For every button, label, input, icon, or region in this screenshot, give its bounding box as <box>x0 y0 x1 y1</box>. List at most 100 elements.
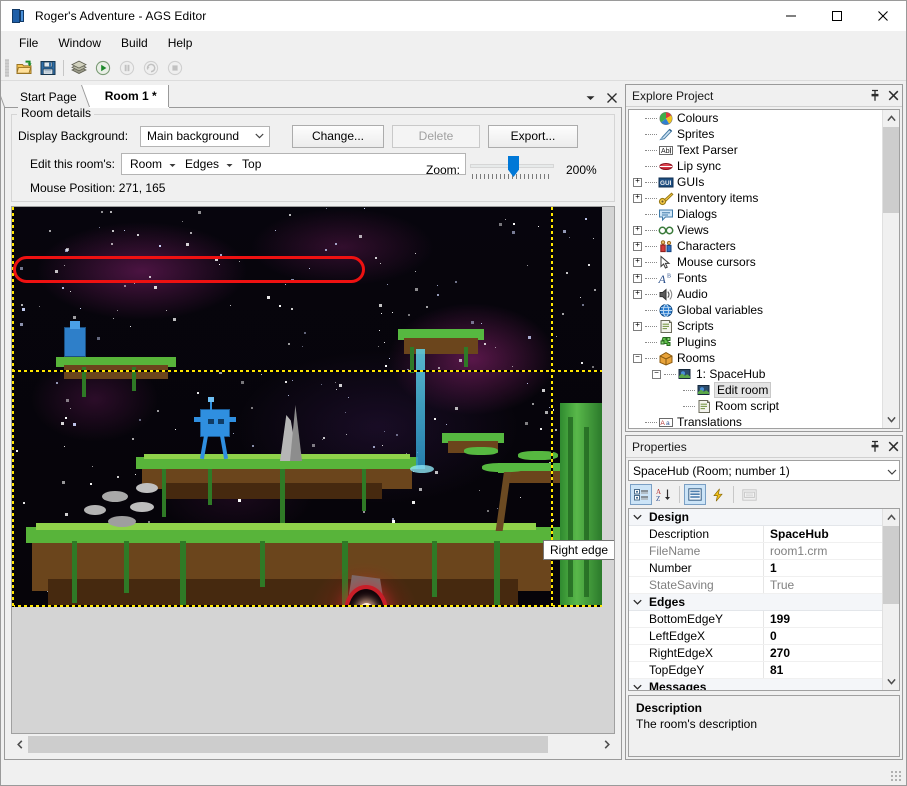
chevron-down-icon[interactable] <box>629 684 645 690</box>
tree-node[interactable]: Aa Translations <box>629 414 882 428</box>
property-value[interactable]: 1 <box>764 561 882 575</box>
resize-grip[interactable] <box>890 770 902 782</box>
close-button[interactable] <box>860 1 906 31</box>
scroll-left-icon[interactable] <box>11 736 28 753</box>
menu-build[interactable]: Build <box>111 33 158 53</box>
tree-node[interactable]: + Inventory items <box>629 190 882 206</box>
property-row[interactable]: LeftEdgeX 0 <box>629 628 882 645</box>
pin-icon[interactable] <box>866 87 884 105</box>
property-category-row[interactable]: Design <box>629 509 882 526</box>
maximize-button[interactable] <box>814 1 860 31</box>
edit-room-scope-dropdown[interactable]: Room <box>130 157 185 171</box>
categorized-button[interactable] <box>630 484 652 505</box>
tree-node[interactable]: + GUI GUIs <box>629 174 882 190</box>
edit-room-category-dropdown[interactable]: Edges <box>185 157 242 171</box>
open-folder-icon[interactable] <box>12 57 36 79</box>
scrollbar-track[interactable] <box>28 736 598 753</box>
room-viewport[interactable]: HOME Right edge <box>11 206 615 734</box>
tree-node[interactable]: Colours <box>629 110 882 126</box>
project-tree[interactable]: Colours Sprites Ab Text Parser Lip sync + GUI G… <box>629 110 882 428</box>
expander-plus-icon[interactable]: + <box>633 321 642 331</box>
minimize-button[interactable] <box>768 1 814 31</box>
tree-node[interactable]: + Characters <box>629 238 882 254</box>
tree-scrollbar-thumb[interactable] <box>883 127 899 213</box>
expander-plus-icon[interactable]: + <box>633 257 642 267</box>
property-row[interactable]: FileName room1.crm <box>629 543 882 560</box>
background-select[interactable]: Main background <box>140 125 270 147</box>
property-row[interactable]: StateSaving True <box>629 577 882 594</box>
close-icon[interactable] <box>606 92 618 104</box>
expander-minus-icon[interactable]: − <box>652 369 661 379</box>
property-category-row[interactable]: Messages <box>629 679 882 690</box>
expander-plus-icon[interactable]: + <box>633 193 642 203</box>
tab-room-1[interactable]: Room 1 * <box>88 85 169 108</box>
properties-button[interactable] <box>684 484 706 505</box>
tree-node[interactable]: + Audio <box>629 286 882 302</box>
property-row[interactable]: Description SpaceHub <box>629 526 882 543</box>
tree-node[interactable]: Plugins <box>629 334 882 350</box>
bottom-edge-guide[interactable] <box>12 605 602 607</box>
property-value[interactable]: 199 <box>764 612 882 626</box>
menu-window[interactable]: Window <box>48 33 111 53</box>
property-object-selector[interactable]: SpaceHub (Room; number 1) <box>628 460 900 481</box>
expander-plus-icon[interactable]: + <box>633 225 642 235</box>
property-value[interactable]: True <box>764 578 882 592</box>
property-row[interactable]: BottomEdgeY 199 <box>629 611 882 628</box>
export-button[interactable]: Export... <box>488 124 578 148</box>
run-icon[interactable] <box>91 57 115 79</box>
tree-node[interactable]: Global variables <box>629 302 882 318</box>
tree-node[interactable]: + Scripts <box>629 318 882 334</box>
project-tree-container[interactable]: Colours Sprites Ab Text Parser Lip sync + GUI G… <box>628 109 900 429</box>
tree-node[interactable]: − 1: SpaceHub <box>629 366 882 382</box>
expander-plus-icon[interactable]: + <box>633 289 642 299</box>
property-vertical-scrollbar[interactable] <box>882 509 899 690</box>
tree-node[interactable]: Sprites <box>629 126 882 142</box>
scroll-down-icon[interactable] <box>883 411 899 428</box>
tree-node[interactable]: + A B Fonts <box>629 270 882 286</box>
change-button[interactable]: Change... <box>292 124 384 148</box>
menu-help[interactable]: Help <box>158 33 203 53</box>
pin-icon[interactable] <box>866 438 884 456</box>
chevron-down-icon[interactable] <box>629 514 645 520</box>
events-button[interactable] <box>707 484 729 505</box>
scroll-up-icon[interactable] <box>883 110 899 127</box>
tree-node[interactable]: Dialogs <box>629 206 882 222</box>
scroll-right-icon[interactable] <box>598 736 615 753</box>
expander-minus-icon[interactable]: − <box>633 353 642 363</box>
expander-plus-icon[interactable]: + <box>633 177 642 187</box>
property-row[interactable]: Number 1 <box>629 560 882 577</box>
property-value[interactable]: room1.crm <box>764 544 882 558</box>
property-scrollbar-thumb[interactable] <box>883 526 899 604</box>
tree-node[interactable]: Room script <box>629 398 882 414</box>
menu-file[interactable]: File <box>9 33 48 53</box>
zoom-slider[interactable] <box>470 156 554 184</box>
scroll-down-icon[interactable] <box>883 673 899 690</box>
expander-plus-icon[interactable]: + <box>633 241 642 251</box>
tree-node[interactable]: + Views <box>629 222 882 238</box>
tab-start-page[interactable]: Start Page <box>4 86 89 107</box>
tree-node[interactable]: + Mouse cursors <box>629 254 882 270</box>
property-row[interactable]: RightEdgeX 270 <box>629 645 882 662</box>
tree-node[interactable]: − Rooms <box>629 350 882 366</box>
property-grid[interactable]: Design Description SpaceHub FileName room1.c… <box>629 509 882 690</box>
property-row[interactable]: TopEdgeY 81 <box>629 662 882 679</box>
left-edge-guide[interactable] <box>12 207 14 607</box>
property-value[interactable]: 81 <box>764 663 882 677</box>
room-background-image[interactable]: HOME <box>12 207 602 607</box>
property-category-row[interactable]: Edges <box>629 594 882 611</box>
close-icon[interactable] <box>884 438 902 456</box>
close-icon[interactable] <box>884 87 902 105</box>
chevron-down-icon[interactable] <box>629 599 645 605</box>
tree-node[interactable]: Edit room <box>629 382 882 398</box>
room-horizontal-scrollbar[interactable] <box>11 736 615 753</box>
alphabetical-button[interactable]: A Z <box>653 484 675 505</box>
tree-node[interactable]: Lip sync <box>629 158 882 174</box>
property-grid-container[interactable]: Design Description SpaceHub FileName room1.c… <box>628 508 900 691</box>
build-icon[interactable] <box>67 57 91 79</box>
save-icon[interactable] <box>36 57 60 79</box>
scroll-up-icon[interactable] <box>883 509 899 526</box>
expander-plus-icon[interactable]: + <box>633 273 642 283</box>
top-edge-guide[interactable] <box>12 370 602 372</box>
toolbar-grip[interactable] <box>5 58 9 77</box>
property-value[interactable]: 0 <box>764 629 882 643</box>
